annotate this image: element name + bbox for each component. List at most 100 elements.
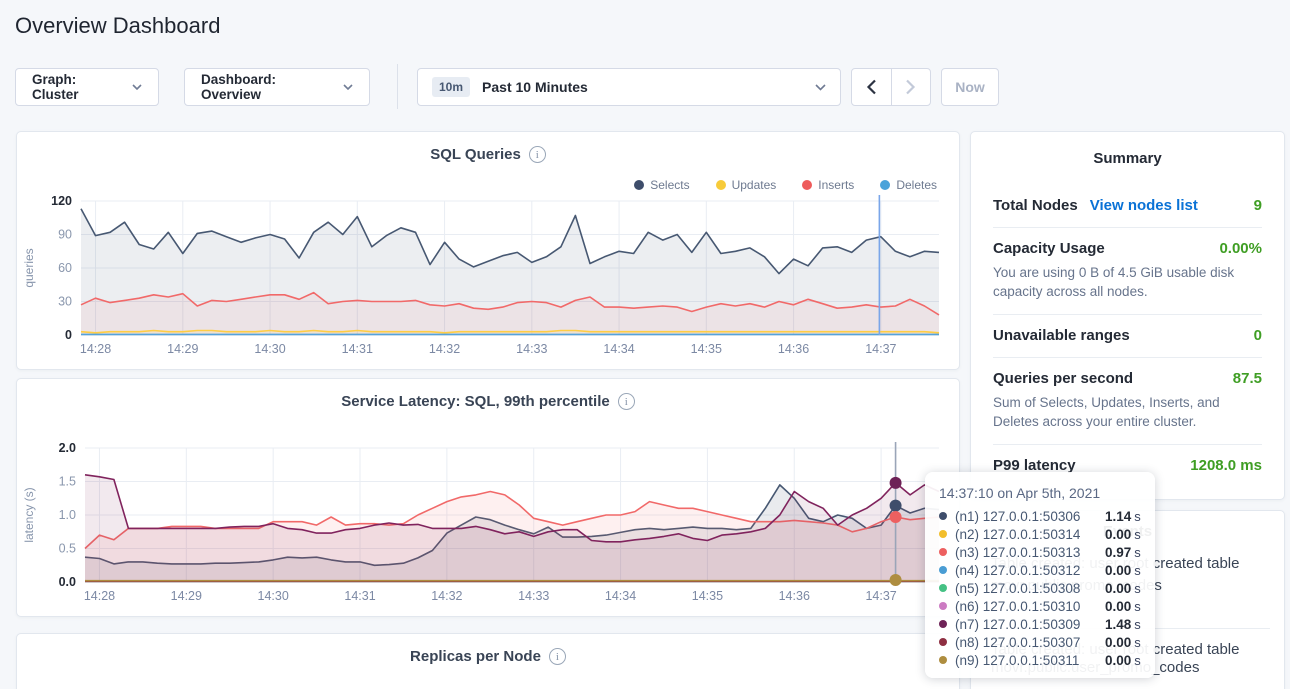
view-nodes-list-link[interactable]: View nodes list xyxy=(1090,197,1198,214)
graph-dropdown[interactable]: Graph: Cluster xyxy=(15,68,159,106)
node-color-dot xyxy=(939,512,947,520)
chevron-down-icon xyxy=(132,84,142,90)
node-color-dot xyxy=(939,602,947,610)
node-color-dot xyxy=(939,584,947,592)
svg-text:14:29: 14:29 xyxy=(167,342,198,356)
tooltip-node-row: (n9) 127.0.0.1:50311 0.00 s xyxy=(939,651,1141,669)
total-nodes-label: Total Nodes xyxy=(993,197,1078,214)
svg-text:14:34: 14:34 xyxy=(605,589,636,603)
now-button[interactable]: Now xyxy=(941,68,999,106)
node-latency-value: 0.97 xyxy=(1105,545,1131,560)
node-latency-value: 1.48 xyxy=(1105,617,1131,632)
service-latency-chart[interactable]: 14:2814:2914:3014:3114:3214:3314:3414:35… xyxy=(17,436,959,608)
node-address: (n8) 127.0.0.1:50307 xyxy=(955,635,1105,650)
node-address: (n7) 127.0.0.1:50309 xyxy=(955,617,1105,632)
tooltip-node-row: (n8) 127.0.0.1:50307 0.00 s xyxy=(939,633,1141,651)
tooltip-node-row: (n2) 127.0.0.1:50314 0.00 s xyxy=(939,525,1141,543)
dashboard-dropdown[interactable]: Dashboard: Overview xyxy=(184,68,370,106)
info-icon[interactable]: i xyxy=(618,393,635,410)
chevron-right-icon xyxy=(905,79,916,95)
node-latency-value: 0.00 xyxy=(1105,599,1131,614)
svg-text:30: 30 xyxy=(58,295,72,309)
svg-text:1.0: 1.0 xyxy=(59,508,76,522)
summary-row-total-nodes: Total Nodes View nodes list 9 xyxy=(993,185,1262,227)
svg-text:120: 120 xyxy=(51,194,72,208)
time-range-badge: 10m xyxy=(432,77,470,97)
node-color-dot xyxy=(939,620,947,628)
node-address: (n2) 127.0.0.1:50314 xyxy=(955,527,1105,542)
svg-text:queries: queries xyxy=(22,248,36,287)
svg-text:14:30: 14:30 xyxy=(254,342,285,356)
summary-panel: Summary Total Nodes View nodes list 9 Ca… xyxy=(970,131,1285,500)
svg-text:14:33: 14:33 xyxy=(518,589,549,603)
node-address: (n6) 127.0.0.1:50310 xyxy=(955,599,1105,614)
total-nodes-value: 9 xyxy=(1254,197,1262,214)
qps-desc: Sum of Selects, Updates, Inserts, and De… xyxy=(993,393,1262,431)
node-latency-unit: s xyxy=(1134,527,1141,542)
tooltip-node-row: (n5) 127.0.0.1:50308 0.00 s xyxy=(939,579,1141,597)
node-latency-value: 0.00 xyxy=(1105,581,1131,596)
time-range-label: Past 10 Minutes xyxy=(482,79,815,95)
info-icon[interactable]: i xyxy=(529,146,546,163)
step-back-button[interactable] xyxy=(852,69,891,105)
node-latency-unit: s xyxy=(1134,545,1141,560)
node-latency-value: 0.00 xyxy=(1105,527,1131,542)
capacity-usage-label: Capacity Usage xyxy=(993,240,1105,257)
sql-queries-title: SQL Queries xyxy=(430,146,521,163)
tooltip-node-row: (n3) 127.0.0.1:50313 0.97 s xyxy=(939,543,1141,561)
svg-text:14:32: 14:32 xyxy=(429,342,460,356)
p99-latency-value: 1208.0 ms xyxy=(1190,457,1262,474)
node-latency-value: 0.00 xyxy=(1105,635,1131,650)
chevron-down-icon xyxy=(815,84,826,91)
svg-text:14:36: 14:36 xyxy=(778,342,809,356)
node-address: (n1) 127.0.0.1:50306 xyxy=(955,509,1105,524)
tooltip-node-row: (n7) 127.0.0.1:50309 1.48 s xyxy=(939,615,1141,633)
qps-label: Queries per second xyxy=(993,370,1133,387)
node-latency-unit: s xyxy=(1134,635,1141,650)
replicas-per-node-panel: Replicas per Node i xyxy=(16,633,960,689)
chevron-left-icon xyxy=(866,79,877,95)
tooltip-timestamp: 14:37:10 on Apr 5th, 2021 xyxy=(939,482,1141,504)
svg-text:14:31: 14:31 xyxy=(342,342,373,356)
node-latency-unit: s xyxy=(1134,509,1141,524)
service-latency-title: Service Latency: SQL, 99th percentile xyxy=(341,393,609,410)
node-color-dot xyxy=(939,548,947,556)
tooltip-node-row: (n4) 127.0.0.1:50312 0.00 s xyxy=(939,561,1141,579)
unavailable-ranges-label: Unavailable ranges xyxy=(993,327,1130,344)
svg-text:14:29: 14:29 xyxy=(171,589,202,603)
svg-text:1.5: 1.5 xyxy=(59,475,76,489)
svg-text:14:37: 14:37 xyxy=(865,342,896,356)
svg-text:14:28: 14:28 xyxy=(80,342,111,356)
svg-text:0.0: 0.0 xyxy=(59,575,76,589)
step-forward-button[interactable] xyxy=(891,69,930,105)
summary-row-qps: Queries per second 87.5 Sum of Selects, … xyxy=(993,357,1262,444)
info-icon[interactable]: i xyxy=(549,648,566,665)
dashboard-dropdown-label: Dashboard: Overview xyxy=(201,72,333,102)
svg-text:90: 90 xyxy=(58,228,72,242)
chart-hover-tooltip: 14:37:10 on Apr 5th, 2021 (n1) 127.0.0.1… xyxy=(925,472,1155,678)
node-latency-value: 1.14 xyxy=(1105,509,1131,524)
time-range-selector[interactable]: 10m Past 10 Minutes xyxy=(417,68,841,106)
svg-text:14:34: 14:34 xyxy=(603,342,634,356)
node-address: (n3) 127.0.0.1:50313 xyxy=(955,545,1105,560)
node-address: (n9) 127.0.0.1:50311 xyxy=(955,653,1105,668)
time-step-buttons xyxy=(851,68,931,106)
summary-row-unavailable-ranges: Unavailable ranges 0 xyxy=(993,314,1262,357)
node-latency-value: 0.00 xyxy=(1105,563,1131,578)
node-latency-unit: s xyxy=(1134,599,1141,614)
tooltip-node-row: (n6) 127.0.0.1:50310 0.00 s xyxy=(939,597,1141,615)
svg-text:14:32: 14:32 xyxy=(431,589,462,603)
svg-text:latency (s): latency (s) xyxy=(22,487,36,542)
node-address: (n5) 127.0.0.1:50308 xyxy=(955,581,1105,596)
node-latency-unit: s xyxy=(1134,653,1141,668)
svg-text:14:30: 14:30 xyxy=(258,589,289,603)
svg-text:0.5: 0.5 xyxy=(59,542,76,556)
svg-text:14:37: 14:37 xyxy=(865,589,896,603)
qps-value: 87.5 xyxy=(1233,370,1262,387)
sql-queries-chart[interactable]: 14:2814:2914:3014:3114:3214:3314:3414:35… xyxy=(17,189,959,361)
svg-text:0: 0 xyxy=(65,328,72,342)
capacity-usage-desc: You are using 0 B of 4.5 GiB usable disk… xyxy=(993,263,1262,301)
chevron-down-icon xyxy=(343,84,353,90)
sql-queries-panel: SQL Queries i Selects Updates Inserts De… xyxy=(16,131,960,370)
svg-text:14:33: 14:33 xyxy=(516,342,547,356)
